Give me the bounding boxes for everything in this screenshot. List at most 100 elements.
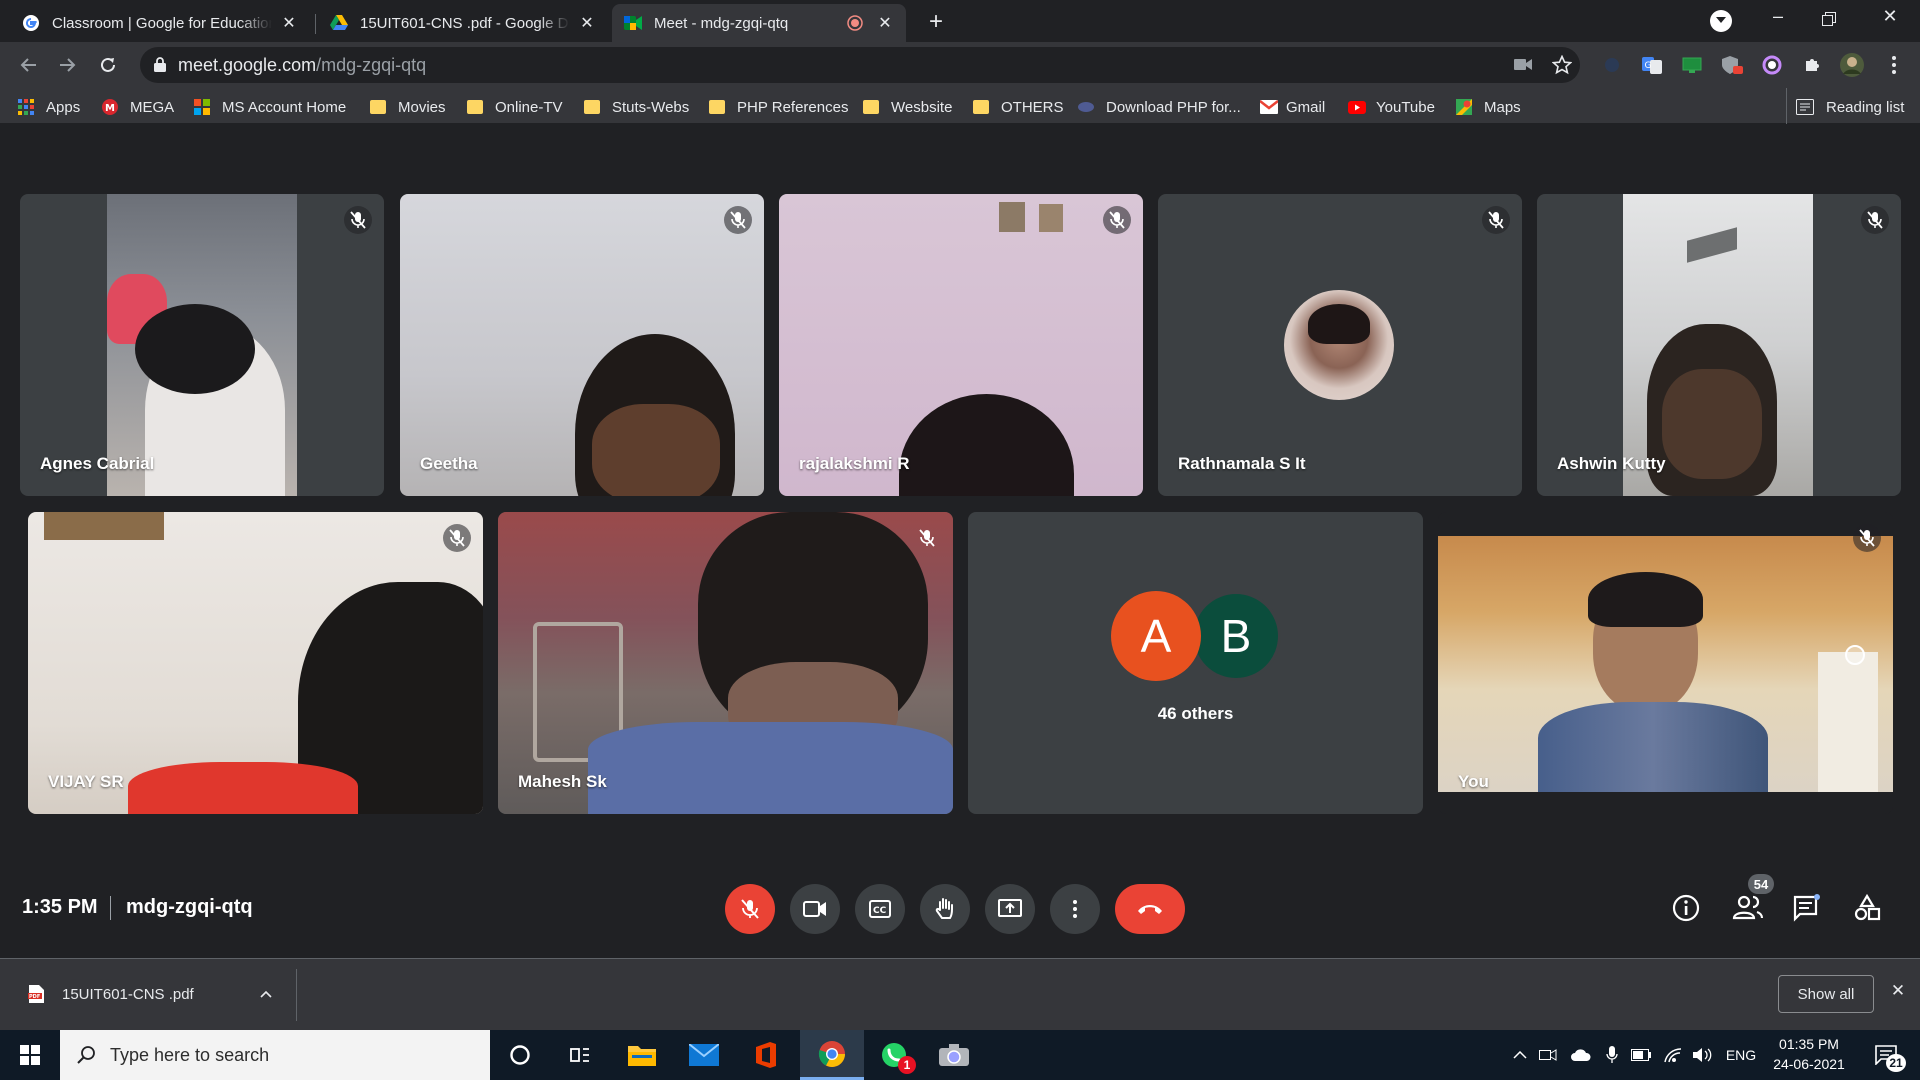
reading-list-button[interactable]: Reading list bbox=[1796, 97, 1904, 117]
bookmark-movies[interactable]: Movies bbox=[370, 97, 446, 117]
bookmark-label: Gmail bbox=[1286, 98, 1326, 116]
bookmark-label: PHP References bbox=[737, 98, 849, 116]
raise-hand-button[interactable] bbox=[920, 884, 970, 934]
people-button[interactable] bbox=[1732, 894, 1766, 924]
self-view-tile[interactable]: You bbox=[1438, 512, 1893, 814]
activities-button[interactable] bbox=[1853, 893, 1883, 924]
reload-icon[interactable] bbox=[94, 51, 122, 79]
tab-title: 15UIT601-CNS .pdf - Google Drive bbox=[360, 14, 570, 32]
participant-tile-vijay[interactable]: VIJAY SR bbox=[28, 512, 483, 814]
camera-taskbar[interactable] bbox=[924, 1030, 984, 1080]
close-tab-icon[interactable]: ✕ bbox=[280, 14, 298, 32]
restore-button[interactable] bbox=[1818, 8, 1846, 36]
address-bar[interactable]: meet.google.com/mdg-zgqi-qtq bbox=[140, 47, 1580, 83]
mic-toggle-button[interactable] bbox=[725, 884, 775, 934]
screen-extension-icon[interactable] bbox=[1678, 51, 1706, 79]
chat-button[interactable] bbox=[1793, 894, 1823, 924]
back-icon[interactable] bbox=[14, 51, 42, 79]
close-tab-icon[interactable]: ✕ bbox=[876, 14, 894, 32]
download-item[interactable]: PDF 15UIT601-CNS .pdf bbox=[10, 971, 290, 1017]
office-taskbar[interactable] bbox=[736, 1030, 796, 1080]
onedrive-tray[interactable] bbox=[1568, 1030, 1594, 1080]
bookmark-youtube[interactable]: YouTube bbox=[1348, 97, 1435, 117]
participant-tile-mahesh[interactable]: Mahesh Sk bbox=[498, 512, 953, 814]
others-tile[interactable]: A B 46 others bbox=[968, 512, 1423, 814]
participant-name: Geetha bbox=[420, 454, 478, 473]
minimize-button[interactable]: – bbox=[1764, 6, 1792, 34]
bookmark-mega[interactable]: M MEGA bbox=[102, 97, 174, 117]
participant-tile-agnes[interactable]: Agnes Cabrial bbox=[20, 194, 384, 496]
taskbar-search-box[interactable]: Type here to search bbox=[60, 1030, 490, 1080]
leave-call-button[interactable] bbox=[1115, 884, 1185, 934]
video-feed bbox=[592, 404, 720, 496]
action-center-button[interactable]: 21 bbox=[1864, 1030, 1910, 1080]
bookmark-star-icon[interactable] bbox=[1552, 55, 1572, 75]
bookmark-others[interactable]: OTHERS bbox=[973, 97, 1064, 117]
bookmark-label: Maps bbox=[1484, 98, 1521, 116]
bookmark-label: Stuts-Webs bbox=[612, 98, 690, 116]
task-view-button[interactable] bbox=[550, 1030, 610, 1080]
more-options-button[interactable] bbox=[1050, 884, 1100, 934]
bookmark-apps[interactable]: Apps bbox=[18, 97, 80, 117]
tab-drive[interactable]: 15UIT601-CNS .pdf - Google Drive ✕ bbox=[318, 4, 608, 42]
participant-tile-rathnamala[interactable]: Rathnamala S It bbox=[1158, 194, 1522, 496]
show-all-button[interactable]: Show all bbox=[1778, 975, 1874, 1013]
clock[interactable]: 01:35 PM 24-06-2021 bbox=[1764, 1034, 1854, 1078]
profile-avatar[interactable] bbox=[1838, 51, 1866, 79]
bookmark-gmail[interactable]: Gmail bbox=[1260, 97, 1325, 117]
cortana-button[interactable] bbox=[490, 1030, 550, 1080]
participant-tile-ashwin[interactable]: Ashwin Kutty bbox=[1537, 194, 1901, 496]
file-explorer-taskbar[interactable] bbox=[612, 1030, 672, 1080]
pdf-file-icon: PDF bbox=[28, 985, 44, 1003]
participant-name: Rathnamala S It bbox=[1178, 454, 1306, 473]
color-ring-extension-icon[interactable] bbox=[1758, 51, 1786, 79]
chrome-taskbar[interactable] bbox=[800, 1030, 864, 1080]
bookmark-stuts-webs[interactable]: Stuts-Webs bbox=[584, 97, 689, 117]
wifi-tray[interactable] bbox=[1660, 1030, 1686, 1080]
tab-classroom[interactable]: Classroom | Google for Education ✕ bbox=[10, 4, 310, 42]
bookmark-wesbsite[interactable]: Wesbsite bbox=[863, 97, 952, 117]
more-menu-icon[interactable] bbox=[1880, 51, 1908, 79]
chevron-up-icon[interactable] bbox=[260, 990, 272, 998]
camera-in-use-icon[interactable] bbox=[1514, 58, 1532, 71]
bookmark-online-tv[interactable]: Online-TV bbox=[467, 97, 563, 117]
reading-list-label: Reading list bbox=[1826, 98, 1905, 116]
forward-icon[interactable] bbox=[54, 51, 82, 79]
mail-taskbar[interactable] bbox=[674, 1030, 734, 1080]
language-indicator[interactable]: ENG bbox=[1722, 1030, 1760, 1080]
captions-icon: CC bbox=[869, 900, 891, 918]
captions-button[interactable]: CC bbox=[855, 884, 905, 934]
battery-icon bbox=[1631, 1049, 1651, 1061]
camera-toggle-button[interactable] bbox=[790, 884, 840, 934]
close-tab-icon[interactable]: ✕ bbox=[578, 14, 596, 32]
tab-search-button[interactable] bbox=[1710, 10, 1732, 32]
chrome-icon bbox=[818, 1040, 845, 1067]
volume-tray[interactable] bbox=[1690, 1030, 1716, 1080]
close-download-bar-icon[interactable]: ✕ bbox=[1886, 981, 1910, 1005]
meeting-info-button[interactable] bbox=[1672, 894, 1702, 924]
present-screen-button[interactable] bbox=[985, 884, 1035, 934]
shield-extension-icon[interactable] bbox=[1718, 51, 1746, 79]
meet-now-tray[interactable] bbox=[1536, 1030, 1560, 1080]
windows-taskbar: Type here to search 1 ENG 01:35 PM 24-06… bbox=[0, 1030, 1920, 1080]
bookmark-ms-account[interactable]: MS Account Home bbox=[194, 97, 346, 117]
bookmark-php-references[interactable]: PHP References bbox=[709, 97, 848, 117]
lock-icon[interactable] bbox=[154, 57, 166, 72]
close-window-button[interactable]: ✕ bbox=[1876, 6, 1904, 34]
start-button[interactable] bbox=[0, 1030, 60, 1080]
activities-icon bbox=[1854, 893, 1881, 921]
google-translate-icon[interactable]: G bbox=[1638, 51, 1666, 79]
microphone-tray[interactable] bbox=[1600, 1030, 1624, 1080]
participant-tile-rajalakshmi[interactable]: rajalakshmi R bbox=[779, 194, 1143, 496]
bookmark-download-php[interactable]: Download PHP for... bbox=[1078, 97, 1241, 117]
battery-tray[interactable] bbox=[1628, 1030, 1654, 1080]
extensions-puzzle-icon[interactable] bbox=[1798, 51, 1826, 79]
whatsapp-taskbar[interactable]: 1 bbox=[864, 1030, 924, 1080]
tab-meet[interactable]: Meet - mdg-zgqi-qtq ✕ bbox=[612, 4, 906, 42]
participant-name: Mahesh Sk bbox=[518, 772, 607, 791]
show-hidden-icons[interactable] bbox=[1508, 1030, 1532, 1080]
extension-dark-icon[interactable] bbox=[1598, 51, 1626, 79]
new-tab-button[interactable]: + bbox=[922, 8, 950, 36]
bookmark-maps[interactable]: Maps bbox=[1456, 97, 1521, 117]
participant-tile-geetha[interactable]: Geetha bbox=[400, 194, 764, 496]
